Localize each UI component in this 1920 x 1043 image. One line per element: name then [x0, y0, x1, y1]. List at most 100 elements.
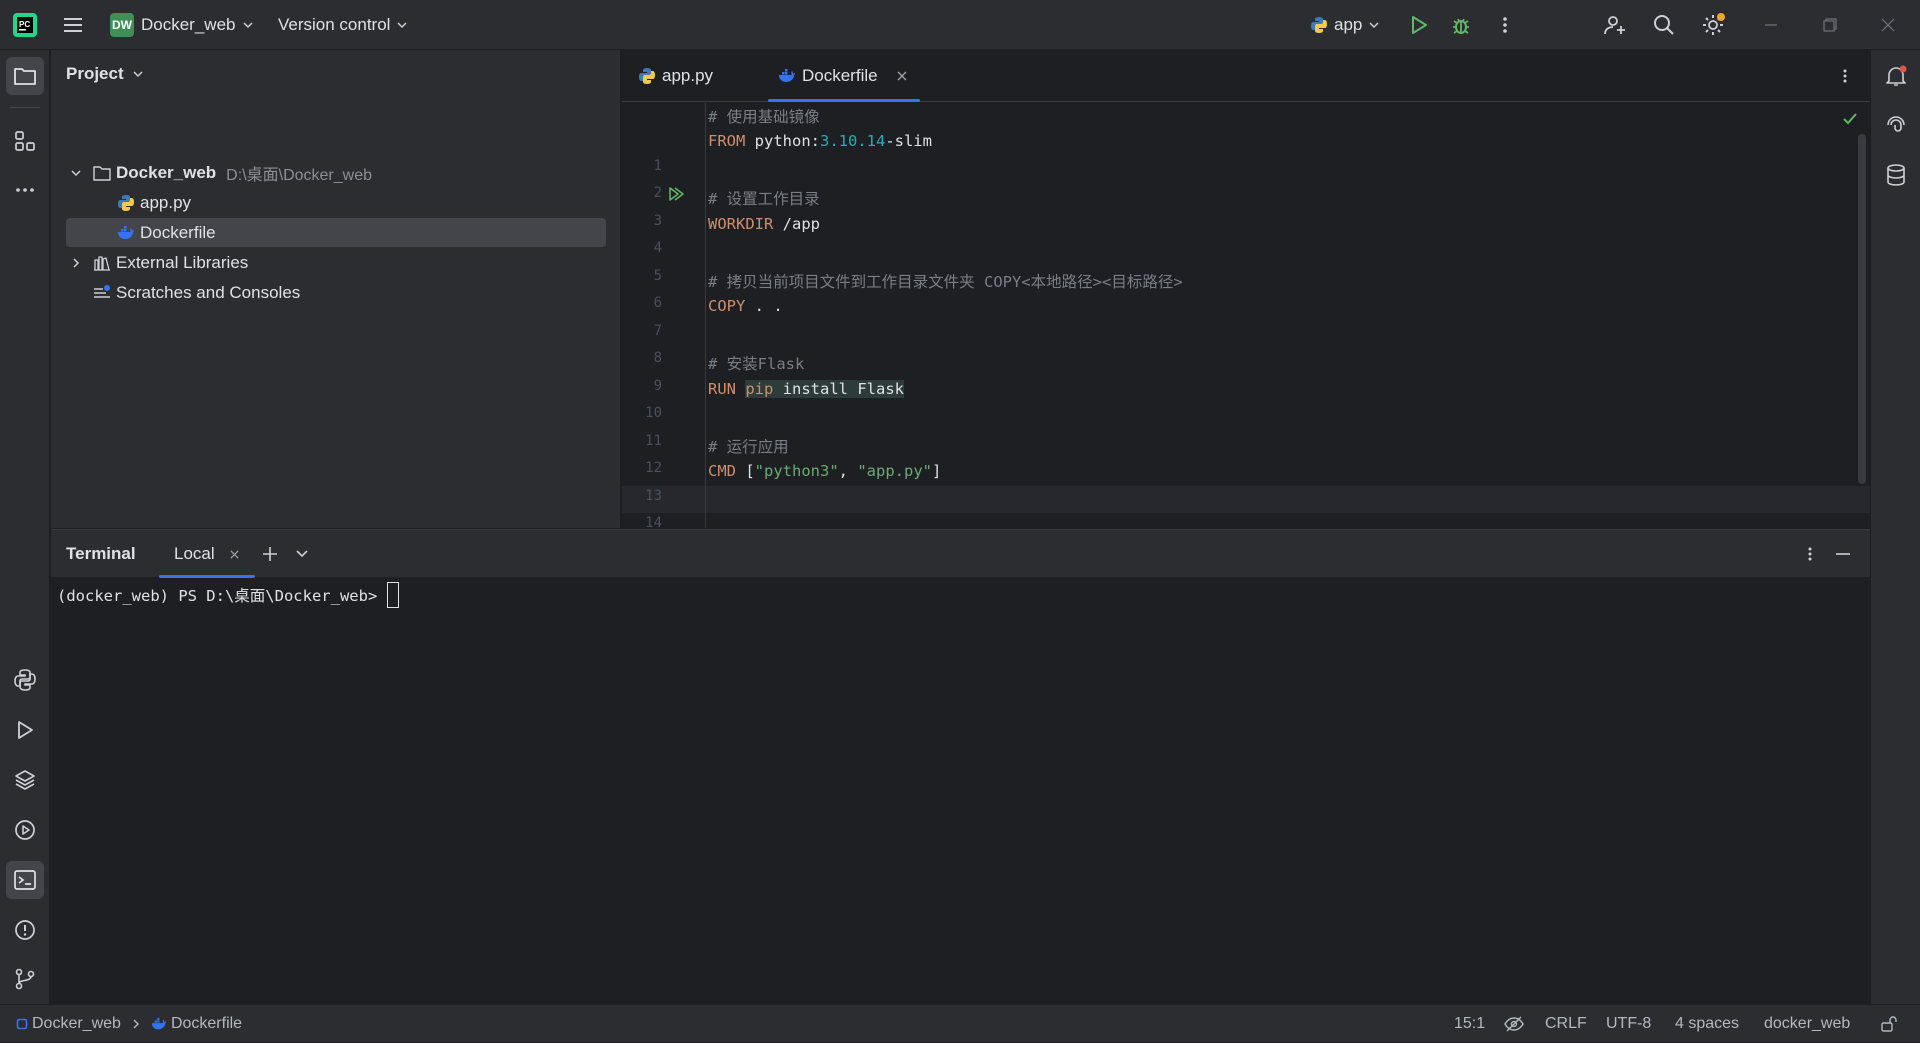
python-console-button[interactable] — [6, 661, 44, 699]
line-ending[interactable]: CRLF — [1545, 1005, 1587, 1043]
bell-icon — [1886, 65, 1907, 86]
code-text: -slim — [885, 132, 932, 150]
editor-scrollbar[interactable] — [1858, 134, 1866, 484]
no-problems-check-icon[interactable] — [1842, 112, 1858, 126]
tab-app-py[interactable]: app.py — [638, 50, 713, 102]
tab-label: Dockerfile — [802, 66, 878, 85]
close-tab-icon[interactable] — [896, 70, 908, 82]
database-button[interactable] — [1877, 156, 1915, 194]
ellipsis-icon — [16, 188, 34, 192]
settings-gear-icon[interactable] — [1700, 0, 1726, 50]
notifications-button[interactable] — [1877, 57, 1915, 95]
code-with-me-icon[interactable] — [1603, 0, 1627, 50]
services-icon — [15, 820, 35, 840]
chevron-right-icon — [73, 257, 80, 268]
module-icon — [16, 1018, 28, 1030]
code-text: . . — [745, 297, 783, 315]
tree-item-dockerfile[interactable]: Dockerfile — [66, 218, 606, 247]
minimize-window-icon[interactable] — [1763, 0, 1779, 50]
pycharm-logo-icon[interactable]: PC — [12, 0, 38, 50]
ai-assistant-button[interactable] — [1877, 106, 1915, 144]
tree-root-docker-web[interactable]: Docker_web D:\桌面\Docker_web — [69, 158, 372, 187]
breadcrumb-project[interactable]: Docker_web — [32, 1015, 121, 1033]
root-folder-path: D:\桌面\Docker_web — [226, 166, 372, 184]
version-control-menu[interactable]: Version control — [278, 0, 408, 50]
project-switcher[interactable]: DW Docker_web — [110, 0, 254, 50]
run-gutter-icon[interactable] — [668, 186, 686, 202]
code-text: install Flask — [773, 380, 904, 398]
project-view-selector[interactable]: Project — [66, 64, 144, 84]
editor-tabs: app.py Dockerfile — [622, 50, 1870, 102]
python-packages-button[interactable] — [6, 761, 44, 799]
main-menu-icon[interactable] — [62, 0, 84, 50]
run-config-label: app — [1334, 15, 1363, 34]
git-tool-button[interactable] — [6, 960, 44, 998]
structure-tool-button[interactable] — [6, 122, 44, 160]
terminal-more-icon[interactable] — [1802, 546, 1818, 562]
search-icon[interactable] — [1652, 0, 1676, 50]
line-number: 9 — [653, 378, 662, 394]
current-line-highlight — [622, 486, 1870, 513]
layers-icon — [15, 770, 35, 790]
code-text: python: — [745, 132, 820, 150]
terminal-panel: Terminal Local (docker_web) PS D:\桌面\Doc… — [51, 529, 1870, 1004]
more-tools-button[interactable] — [6, 171, 44, 209]
line-number: 10 — [645, 405, 662, 421]
code-text: [ — [736, 462, 755, 480]
unlock-icon[interactable] — [1880, 1005, 1898, 1043]
tab-dockerfile[interactable]: Dockerfile — [768, 50, 920, 102]
line-number: 12 — [645, 460, 662, 476]
tree-item-scratches-consoles[interactable]: Scratches and Consoles — [93, 278, 300, 307]
breadcrumb-file[interactable]: Dockerfile — [171, 1015, 242, 1033]
restore-window-icon[interactable] — [1822, 0, 1838, 50]
run-config-selector[interactable]: app — [1310, 0, 1380, 50]
right-tool-strip — [1870, 50, 1920, 1004]
editor-tabs-more-icon[interactable] — [1837, 50, 1853, 102]
terminal-cursor — [387, 582, 400, 608]
project-panel-title: Project — [66, 64, 124, 83]
chevron-down-icon — [1369, 22, 1379, 29]
more-actions-icon[interactable] — [1495, 0, 1515, 50]
line-number: 3 — [653, 213, 662, 229]
file-encoding[interactable]: UTF-8 — [1606, 1005, 1651, 1043]
project-tool-button[interactable] — [6, 57, 44, 95]
code-text: , — [838, 462, 858, 480]
minimize-panel-icon[interactable] — [1834, 546, 1852, 562]
run-tool-button[interactable] — [6, 711, 44, 749]
caret-position[interactable]: 15:1 — [1454, 1005, 1485, 1043]
line-number: 1 — [653, 158, 662, 174]
line-number: 13 — [645, 488, 662, 504]
run-icon — [1412, 16, 1427, 34]
services-tool-button[interactable] — [6, 811, 44, 849]
terminal-tool-button[interactable] — [6, 861, 44, 899]
left-tool-strip — [0, 50, 50, 1004]
terminal-output[interactable]: (docker_web) PS D:\桌面\Docker_web> — [57, 582, 400, 608]
code-line-5: WORKDIR /app — [708, 215, 820, 233]
inspection-eye-icon[interactable] — [1504, 1005, 1524, 1043]
project-panel: Project Docker_web D:\桌面\Docker_web app.… — [51, 50, 621, 528]
tree-item-external-libraries[interactable]: External Libraries — [69, 248, 248, 277]
keyword: WORKDIR — [708, 215, 774, 233]
indent-setting[interactable]: 4 spaces — [1675, 1005, 1739, 1043]
python-interpreter[interactable]: docker_web — [1764, 1005, 1850, 1043]
warning-circle-icon — [15, 920, 35, 940]
docker-icon — [118, 225, 134, 239]
new-terminal-plus-icon[interactable] — [261, 545, 279, 563]
scratches-icon — [94, 284, 110, 298]
close-window-icon[interactable] — [1880, 0, 1896, 50]
docker-icon — [779, 69, 795, 82]
tab-label: app.py — [662, 66, 714, 85]
chevron-down-icon — [397, 22, 407, 29]
code-text: /app — [773, 215, 820, 233]
debug-button[interactable] — [1450, 0, 1472, 50]
problems-tool-button[interactable] — [6, 911, 44, 949]
tree-item-app-py[interactable]: app.py — [117, 188, 191, 217]
terminal-tab-local[interactable]: Local — [159, 530, 255, 578]
code-line-7: # 拷贝当前项目文件到工作目录文件夹 COPY<本地路径><目标路径> — [708, 273, 1183, 291]
version-control-label: Version control — [278, 15, 391, 34]
close-tab-icon[interactable] — [229, 549, 240, 560]
tree-item-label: app.py — [140, 192, 192, 212]
git-branch-icon — [15, 968, 35, 990]
chevron-down-icon[interactable] — [295, 548, 309, 560]
run-button[interactable] — [1408, 0, 1430, 50]
